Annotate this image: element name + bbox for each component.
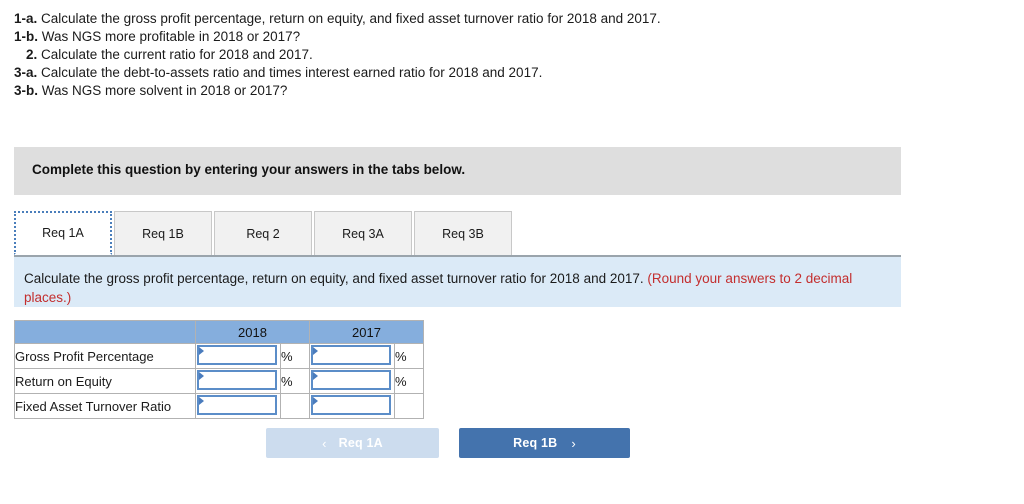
chevron-right-icon: › <box>571 435 576 451</box>
tab-req-3b[interactable]: Req 3B <box>414 211 512 255</box>
previous-button-label: Req 1A <box>338 436 383 450</box>
question-text: Calculate the gross profit percentage, r… <box>41 11 661 26</box>
tab-req-1a[interactable]: Req 1A <box>14 211 112 255</box>
input-fixed-asset-turnover-2018[interactable] <box>197 395 277 415</box>
input-fixed-asset-turnover-2017[interactable] <box>311 395 391 415</box>
unit-gross-profit-2018: % <box>280 343 310 369</box>
question-item: 3-a. Calculate the debt-to-assets ratio … <box>14 64 894 82</box>
tab-label: Req 3B <box>442 226 484 241</box>
cell-gross-profit-2018[interactable] <box>195 343 281 369</box>
unit-fixed-asset-turnover-2017 <box>394 393 424 419</box>
unit-return-on-equity-2018: % <box>280 368 310 394</box>
requirement-tabs: Req 1A Req 1B Req 2 Req 3A Req 3B <box>14 211 514 255</box>
tab-req-2[interactable]: Req 2 <box>214 211 312 255</box>
question-item: 1-b. Was NGS more profitable in 2018 or … <box>14 28 894 46</box>
row-label-gross-profit-percentage: Gross Profit Percentage <box>14 343 196 369</box>
requirement-description-bar: Calculate the gross profit percentage, r… <box>14 255 901 307</box>
question-item: 1-a. Calculate the gross profit percenta… <box>14 10 894 28</box>
tab-req-1b[interactable]: Req 1B <box>114 211 212 255</box>
navigation-buttons: ‹ Req 1A Req 1B › <box>266 428 630 458</box>
input-return-on-equity-2017[interactable] <box>311 370 391 390</box>
question-number: 1-b. <box>14 29 39 44</box>
chevron-left-icon: ‹ <box>322 435 327 451</box>
input-gross-profit-2018[interactable] <box>197 345 277 365</box>
question-item: 2. Calculate the current ratio for 2018 … <box>14 46 894 64</box>
input-return-on-equity-2018[interactable] <box>197 370 277 390</box>
unit-gross-profit-2017: % <box>394 343 424 369</box>
cell-return-on-equity-2017[interactable] <box>309 368 395 394</box>
question-item: 3-b. Was NGS more solvent in 2018 or 201… <box>14 82 894 100</box>
header-blank <box>14 320 196 344</box>
input-gross-profit-2017[interactable] <box>311 345 391 365</box>
instruction-banner: Complete this question by entering your … <box>14 147 901 195</box>
row-label-fixed-asset-turnover-ratio: Fixed Asset Turnover Ratio <box>14 393 196 419</box>
question-number: 3-a. <box>14 65 38 80</box>
answer-table: 2018 2017 Gross Profit Percentage % % Re… <box>14 320 424 419</box>
question-number: 2. <box>26 47 38 62</box>
next-button-label: Req 1B <box>513 436 558 450</box>
previous-requirement-button[interactable]: ‹ Req 1A <box>266 428 439 458</box>
question-number: 1-a. <box>14 11 38 26</box>
tab-label: Req 3A <box>342 226 384 241</box>
tab-label: Req 2 <box>246 226 280 241</box>
cell-gross-profit-2017[interactable] <box>309 343 395 369</box>
question-text: Was NGS more profitable in 2018 or 2017? <box>41 29 301 44</box>
question-text: Calculate the debt-to-assets ratio and t… <box>41 65 543 80</box>
question-text: Calculate the current ratio for 2018 and… <box>41 47 313 62</box>
tab-req-3a[interactable]: Req 3A <box>314 211 412 255</box>
question-number: 3-b. <box>14 83 39 98</box>
requirement-main-text: Calculate the gross profit percentage, r… <box>24 271 648 286</box>
unit-return-on-equity-2017: % <box>394 368 424 394</box>
requirement-description: Calculate the gross profit percentage, r… <box>24 269 869 307</box>
table-row: Gross Profit Percentage % % <box>14 343 424 369</box>
table-header-row: 2018 2017 <box>14 320 424 344</box>
row-label-return-on-equity: Return on Equity <box>14 368 196 394</box>
tab-label: Req 1B <box>142 226 184 241</box>
cell-return-on-equity-2018[interactable] <box>195 368 281 394</box>
unit-fixed-asset-turnover-2018 <box>280 393 310 419</box>
table-row: Fixed Asset Turnover Ratio <box>14 393 424 419</box>
header-2017: 2017 <box>309 320 424 344</box>
tab-label: Req 1A <box>42 226 84 240</box>
cell-fixed-asset-turnover-2017[interactable] <box>309 393 395 419</box>
table-row: Return on Equity % % <box>14 368 424 394</box>
header-2018: 2018 <box>195 320 310 344</box>
next-requirement-button[interactable]: Req 1B › <box>459 428 630 458</box>
question-text: Was NGS more solvent in 2018 or 2017? <box>41 83 288 98</box>
cell-fixed-asset-turnover-2018[interactable] <box>195 393 281 419</box>
question-list: 1-a. Calculate the gross profit percenta… <box>14 10 894 100</box>
instruction-banner-text: Complete this question by entering your … <box>32 162 466 177</box>
